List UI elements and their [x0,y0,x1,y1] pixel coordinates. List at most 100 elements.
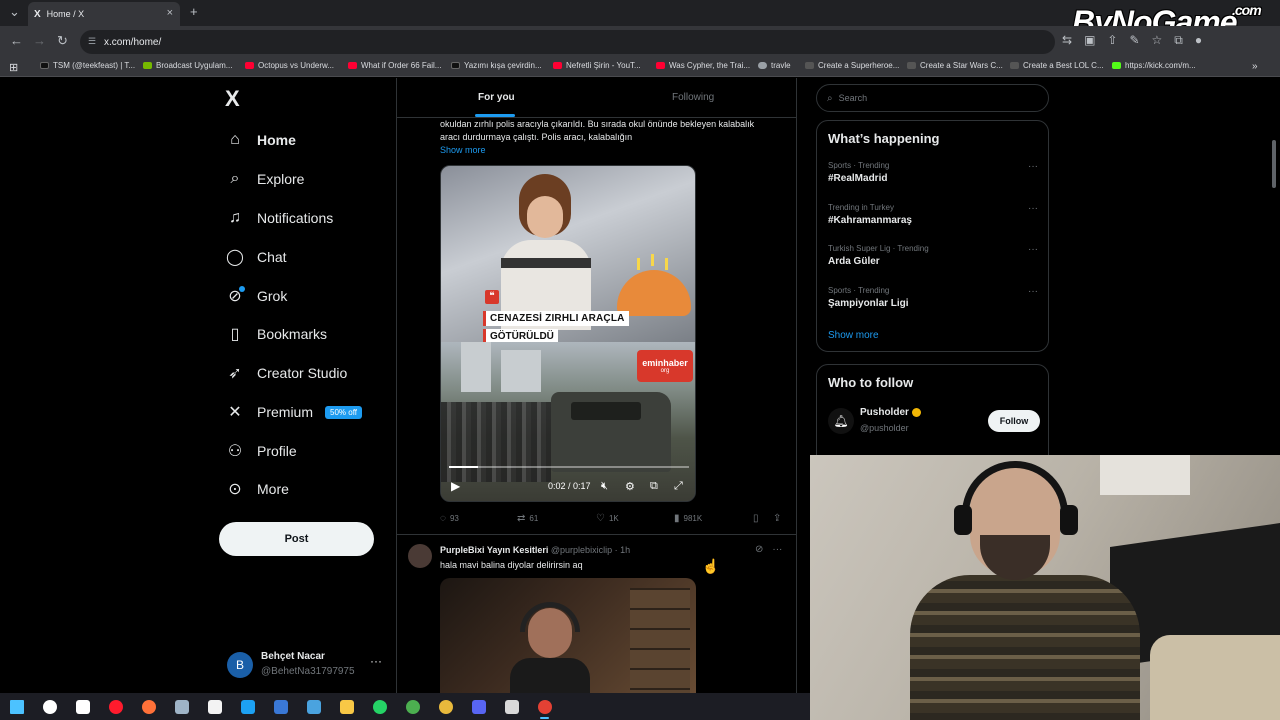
tweet-video[interactable]: ❝ CENAZESİ ZIRHLI ARAÇLA GÖTÜRÜLDÜ eminh… [440,165,696,502]
windows-start-icon[interactable] [0,693,33,720]
like-button[interactable]: ♡ 1K [596,513,619,524]
video-progress-bar[interactable] [449,466,689,468]
nav-explore[interactable]: ⌕ Explore [225,164,305,194]
more-icon[interactable]: ··· [1028,286,1038,297]
app-icon[interactable] [165,693,198,720]
edge-icon[interactable] [231,693,264,720]
tab-following[interactable]: Following [672,92,714,103]
bookmark-item[interactable]: Create a Superheroe... [805,61,899,70]
pip-icon[interactable]: ⧉ [650,480,658,493]
grok-icon[interactable]: ⊘ [755,544,763,555]
chrome-profile-icon[interactable] [429,693,462,720]
bookmark-item[interactable]: Was Cypher, the Trai... [656,61,750,70]
follow-suggestion[interactable]: 🔔︎ Pusholder @pusholder Follow [828,405,1040,439]
bookmark-item[interactable]: travle [758,61,791,70]
show-more-link[interactable]: Show more [828,330,879,341]
mute-icon[interactable]: 🔇︎ [601,480,608,493]
trend-item[interactable]: Sports · Trending #RealMadrid ··· [828,161,1038,193]
tab-list-icon[interactable]: ⌄ [9,4,20,20]
bookmark-item[interactable]: Octopus vs Underw... [245,61,334,70]
trend-item[interactable]: Trending in Turkey #Kahramanmaraş ··· [828,203,1038,235]
reply-count: 93 [449,514,459,523]
obs-icon[interactable] [495,693,528,720]
tweet-video[interactable] [440,578,696,693]
bookmark-item[interactable]: https://kick.com/m... [1112,61,1196,70]
play-icon[interactable]: ▶ [451,479,460,493]
share-button[interactable]: ⇪ [773,513,781,524]
tweet-time[interactable]: 1h [620,545,630,555]
account-switcher[interactable]: B Behçet Nacar @BehetNa31797975 ··· [225,648,385,680]
nav-profile[interactable]: ⚇ Profile [225,436,297,466]
nav-bookmarks[interactable]: ▯ Bookmarks [225,319,327,349]
bookmark-item[interactable]: Broadcast Uygulam... [143,61,232,70]
translate-icon[interactable]: ⇆ [1062,33,1072,48]
nav-creator-studio[interactable]: ➶ Creator Studio [225,358,347,388]
whatsapp-icon[interactable] [363,693,396,720]
show-more-link[interactable]: Show more [440,145,486,155]
bookmark-item[interactable]: Create a Star Wars C... [907,61,1003,70]
edit-icon[interactable]: ✎ [1129,33,1139,48]
site-info-icon[interactable]: ☰ [88,36,96,47]
search-input[interactable]: ⌕ Search [816,84,1049,112]
nav-premium[interactable]: ✕ Premium 50% off [225,397,362,427]
forward-icon[interactable]: → [33,33,46,48]
browser-tab-home[interactable]: X Home / X × [28,2,180,26]
repost-button[interactable]: ⇄ 61 [517,513,538,524]
avatar[interactable] [408,544,432,568]
bookmark-item[interactable]: Create a Best LOL C... [1010,61,1104,70]
bookmark-item[interactable]: Nefretli Şirin - YouT... [553,61,641,70]
settings-icon[interactable]: ⚙ [625,480,635,493]
extensions-icon[interactable]: ⧉ [1174,33,1183,48]
url-bar[interactable]: ☰ x.com/home/ [80,30,1055,54]
more-icon[interactable]: ··· [1028,244,1038,255]
trend-item[interactable]: Sports · Trending Şampiyonlar Ligi ··· [828,286,1038,318]
page-scrollbar[interactable] [1272,140,1276,188]
fullscreen-icon[interactable]: ⤢ [674,480,683,493]
profile-menu-icon[interactable]: ● [1195,33,1202,48]
terminal-icon[interactable] [297,693,330,720]
tab-for-you[interactable]: For you [478,92,515,103]
views-button[interactable]: ▮ 981K [674,513,702,524]
more-bookmarks-icon[interactable]: » [1252,61,1258,72]
bookmark-button[interactable]: ▯ [753,513,759,524]
author-handle[interactable]: @purplebixiclip [551,545,612,555]
chrome-active-icon[interactable] [528,693,561,720]
account-name: Behçet Nacar [261,651,325,662]
firefox-icon[interactable] [132,693,165,720]
bookmark-item[interactable]: TSM (@teekfeast) | T... [40,61,135,70]
nav-notifications[interactable]: ♫ Notifications [225,203,333,233]
bookmark-item[interactable]: Yazımı kışa çevirdin... [451,61,542,70]
more-icon[interactable]: ··· [1028,203,1038,214]
more-icon[interactable]: ··· [772,544,782,555]
follow-button[interactable]: Follow [988,410,1040,432]
discord-icon[interactable] [462,693,495,720]
nav-more[interactable]: ⊙ More [225,474,289,504]
nav-chat[interactable]: ◯ Chat [225,242,287,272]
nav-grok[interactable]: ⊘ Grok [225,281,287,311]
folder-icon[interactable] [330,693,363,720]
search-icon[interactable] [33,693,66,720]
display-icon[interactable] [264,693,297,720]
author-name[interactable]: PurpleBixi Yayın Kesitleri [440,545,548,555]
chrome-icon[interactable] [396,693,429,720]
reply-button[interactable]: ◌ 93 [440,513,459,524]
more-icon[interactable]: ··· [1028,161,1038,172]
x-logo-icon[interactable]: X [225,86,240,112]
reload-icon[interactable]: ↻ [57,33,68,49]
apps-icon[interactable]: ⊞ [9,61,18,74]
post-button[interactable]: Post [219,522,374,556]
opera-icon[interactable] [99,693,132,720]
close-tab-icon[interactable]: × [167,7,173,19]
task-view-icon[interactable] [66,693,99,720]
new-tab-icon[interactable]: + [190,4,198,19]
bookmark-star-icon[interactable]: ☆ [1152,33,1163,48]
nav-home[interactable]: ⌂ Home [225,125,296,155]
account-menu-icon[interactable]: ··· [370,654,382,668]
trend-item[interactable]: Turkish Super Lig · Trending Arda Güler … [828,244,1038,276]
timeline[interactable]: For you Following okuldan zırhlı polis a… [396,78,797,693]
install-icon[interactable]: ▣ [1084,33,1095,48]
store-icon[interactable] [198,693,231,720]
bookmark-item[interactable]: What if Order 66 Fail... [348,61,441,70]
back-icon[interactable]: ← [10,33,23,48]
share-icon[interactable]: ⇧ [1107,33,1117,48]
